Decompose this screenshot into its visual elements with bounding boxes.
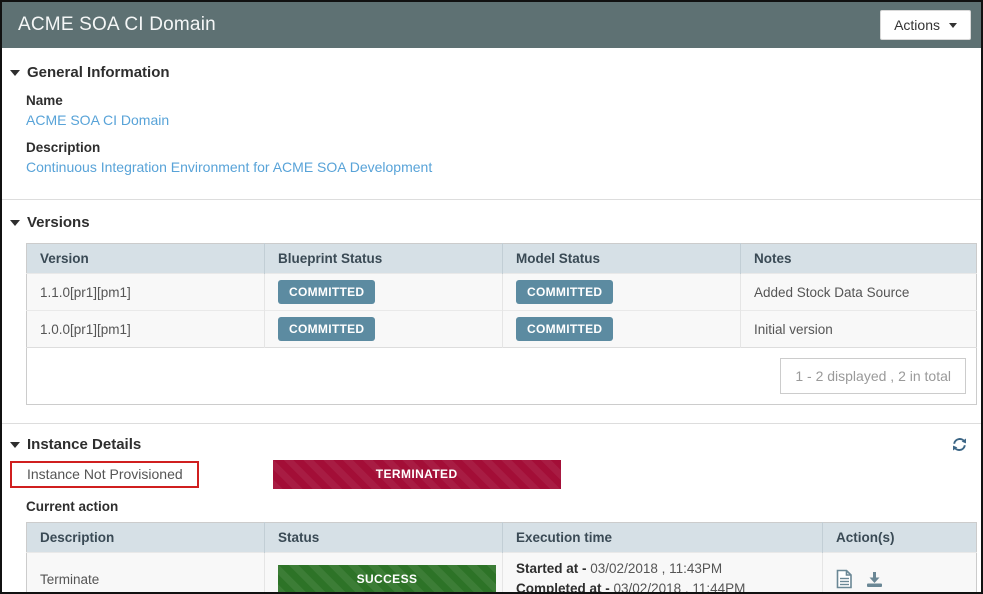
versions-table: Version Blueprint Status Model Status No… — [26, 243, 977, 405]
completed-at-label: Completed at - — [516, 581, 610, 594]
description-label: Description — [26, 140, 957, 155]
view-log-icon[interactable] — [836, 569, 853, 589]
collapse-triangle-icon — [10, 70, 20, 76]
caret-down-icon — [949, 23, 957, 28]
name-value: ACME SOA CI Domain — [26, 112, 957, 128]
version-cell: 1.0.0[pr1][pm1] — [27, 311, 265, 348]
action-description-cell: Terminate — [27, 553, 265, 594]
terminated-status-banner: TERMINATED — [273, 460, 561, 489]
collapse-triangle-icon — [10, 220, 20, 226]
versions-table-header-row: Version Blueprint Status Model Status No… — [27, 244, 977, 274]
notes-cell: Added Stock Data Source — [741, 274, 977, 311]
download-icon[interactable] — [866, 571, 883, 588]
instance-details-header[interactable]: Instance Details — [10, 436, 141, 453]
page-title: ACME SOA CI Domain — [18, 14, 216, 36]
instance-not-provisioned-callout: Instance Not Provisioned — [10, 461, 199, 488]
app-window: ACME SOA CI Domain Actions General Infor… — [0, 0, 983, 594]
column-header-description: Description — [27, 523, 265, 553]
name-label: Name — [26, 93, 957, 108]
pagination-summary: 1 - 2 displayed , 2 in total — [780, 358, 966, 394]
general-information-header[interactable]: General Information — [10, 64, 957, 81]
version-cell: 1.1.0[pr1][pm1] — [27, 274, 265, 311]
current-action-row: Terminate SUCCESS Started at - 03/02/201… — [27, 553, 977, 594]
blueprint-status-badge: COMMITTED — [278, 317, 375, 341]
column-header-blueprint-status: Blueprint Status — [265, 244, 503, 274]
current-action-label: Current action — [26, 499, 981, 514]
current-action-table: Description Status Execution time Action… — [26, 522, 977, 594]
instance-details-section: Instance Details Instance Not Provisione… — [2, 424, 981, 594]
column-header-version: Version — [27, 244, 265, 274]
versions-table-footer-row: 1 - 2 displayed , 2 in total — [27, 348, 977, 405]
title-bar: ACME SOA CI Domain Actions — [2, 2, 981, 48]
model-status-badge: COMMITTED — [516, 280, 613, 304]
model-status-badge: COMMITTED — [516, 317, 613, 341]
execution-time-cell: Started at - 03/02/2018 , 11:43PM Comple… — [503, 553, 823, 594]
versions-section: Versions Version Blueprint Status Model … — [2, 200, 981, 423]
current-action-header-row: Description Status Execution time Action… — [27, 523, 977, 553]
actions-button-label: Actions — [894, 17, 940, 33]
instance-details-heading: Instance Details — [27, 436, 141, 453]
refresh-icon[interactable] — [952, 437, 967, 452]
column-header-status: Status — [265, 523, 503, 553]
success-status-bar: SUCCESS — [278, 565, 496, 594]
version-row[interactable]: 1.1.0[pr1][pm1] COMMITTED COMMITTED Adde… — [27, 274, 977, 311]
versions-heading: Versions — [27, 214, 90, 231]
column-header-actions: Action(s) — [823, 523, 977, 553]
general-information-heading: General Information — [27, 64, 170, 81]
started-at-label: Started at - — [516, 561, 587, 576]
column-header-model-status: Model Status — [503, 244, 741, 274]
actions-button[interactable]: Actions — [880, 10, 971, 40]
column-header-execution-time: Execution time — [503, 523, 823, 553]
version-row[interactable]: 1.0.0[pr1][pm1] COMMITTED COMMITTED Init… — [27, 311, 977, 348]
collapse-triangle-icon — [10, 442, 20, 448]
blueprint-status-badge: COMMITTED — [278, 280, 375, 304]
column-header-notes: Notes — [741, 244, 977, 274]
general-information-section: General Information Name ACME SOA CI Dom… — [2, 48, 981, 199]
notes-cell: Initial version — [741, 311, 977, 348]
started-at-value: 03/02/2018 , 11:43PM — [590, 561, 722, 576]
versions-header[interactable]: Versions — [10, 214, 981, 231]
completed-at-value: 03/02/2018 , 11:44PM — [614, 581, 746, 594]
description-value: Continuous Integration Environment for A… — [26, 159, 957, 175]
